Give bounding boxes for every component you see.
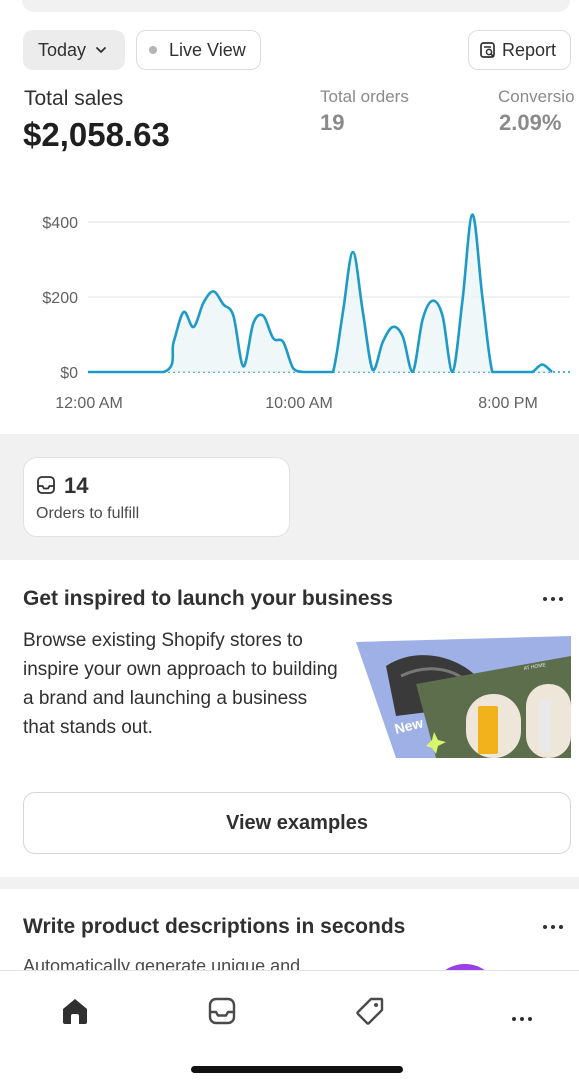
conversion-label[interactable]: Conversio	[498, 87, 575, 107]
ai-card-title: Write product descriptions in seconds	[23, 915, 406, 938]
date-range-selector[interactable]: Today	[23, 30, 125, 70]
more-icon	[528, 1017, 532, 1021]
total-sales-value: $2,058.63	[23, 116, 170, 153]
y-tick-label: $0	[60, 365, 78, 382]
report-icon	[480, 42, 495, 58]
inbox-icon	[37, 476, 55, 494]
x-tick-label: 12:00 AM	[55, 395, 123, 412]
more-dot-icon	[551, 597, 555, 601]
chevron-down-icon	[96, 47, 106, 53]
ai-card-more-button[interactable]	[539, 917, 567, 937]
y-tick-label: $400	[42, 215, 78, 232]
more-icon	[512, 1017, 516, 1021]
date-range-label: Today	[38, 39, 87, 60]
ai-card-body: Automatically generate unique and	[23, 955, 423, 971]
x-tick-label: 8:00 PM	[478, 395, 538, 412]
live-status-dot	[149, 46, 157, 54]
more-icon	[520, 1017, 524, 1021]
report-label: Report	[502, 39, 557, 60]
total-orders-value: 19	[320, 110, 345, 135]
sales-line-chart[interactable]: $400 $200 $0 12:00 AM 10:00 AM 8:00 PM	[0, 190, 579, 430]
x-tick-label: 10:00 AM	[265, 395, 333, 412]
inspire-card-title: Get inspired to launch your business	[23, 587, 393, 610]
more-dot-icon	[559, 597, 563, 601]
more-dot-icon	[543, 925, 547, 929]
view-examples-button[interactable]: View examples	[23, 792, 571, 854]
live-view-label: Live View	[169, 39, 246, 60]
orders-icon	[208, 997, 236, 1025]
home-icon	[63, 999, 87, 1024]
inspire-card-body: Browse existing Shopify stores to inspir…	[23, 630, 338, 738]
live-view-button[interactable]: Live View	[136, 30, 261, 70]
tab-orders[interactable]	[204, 993, 240, 1029]
tab-more[interactable]	[504, 1001, 540, 1037]
total-sales-label: Total sales	[24, 87, 124, 110]
tab-home[interactable]	[57, 993, 93, 1029]
inspire-card-more-button[interactable]	[539, 589, 567, 609]
fulfill-count: 14	[64, 473, 89, 498]
fulfill-caption: Orders to fulfill	[36, 505, 140, 522]
section-divider	[0, 877, 579, 889]
total-orders-label[interactable]: Total orders	[320, 87, 409, 107]
orders-to-fulfill-card[interactable]: 14 Orders to fulfill	[23, 457, 290, 537]
products-icon	[356, 997, 384, 1025]
more-dot-icon	[543, 597, 547, 601]
previous-card-edge	[22, 0, 570, 12]
bottom-tab-bar	[0, 970, 579, 1080]
tab-products[interactable]	[352, 993, 388, 1029]
more-dot-icon	[551, 925, 555, 929]
home-indicator	[191, 1066, 403, 1073]
y-tick-label: $200	[42, 290, 78, 307]
store-examples-image: AT HOME New	[356, 636, 571, 758]
report-button[interactable]: Report	[468, 30, 571, 70]
conversion-value: 2.09%	[499, 110, 562, 135]
more-dot-icon	[559, 925, 563, 929]
ai-card-body-text: Automatically generate unique and	[23, 956, 301, 971]
